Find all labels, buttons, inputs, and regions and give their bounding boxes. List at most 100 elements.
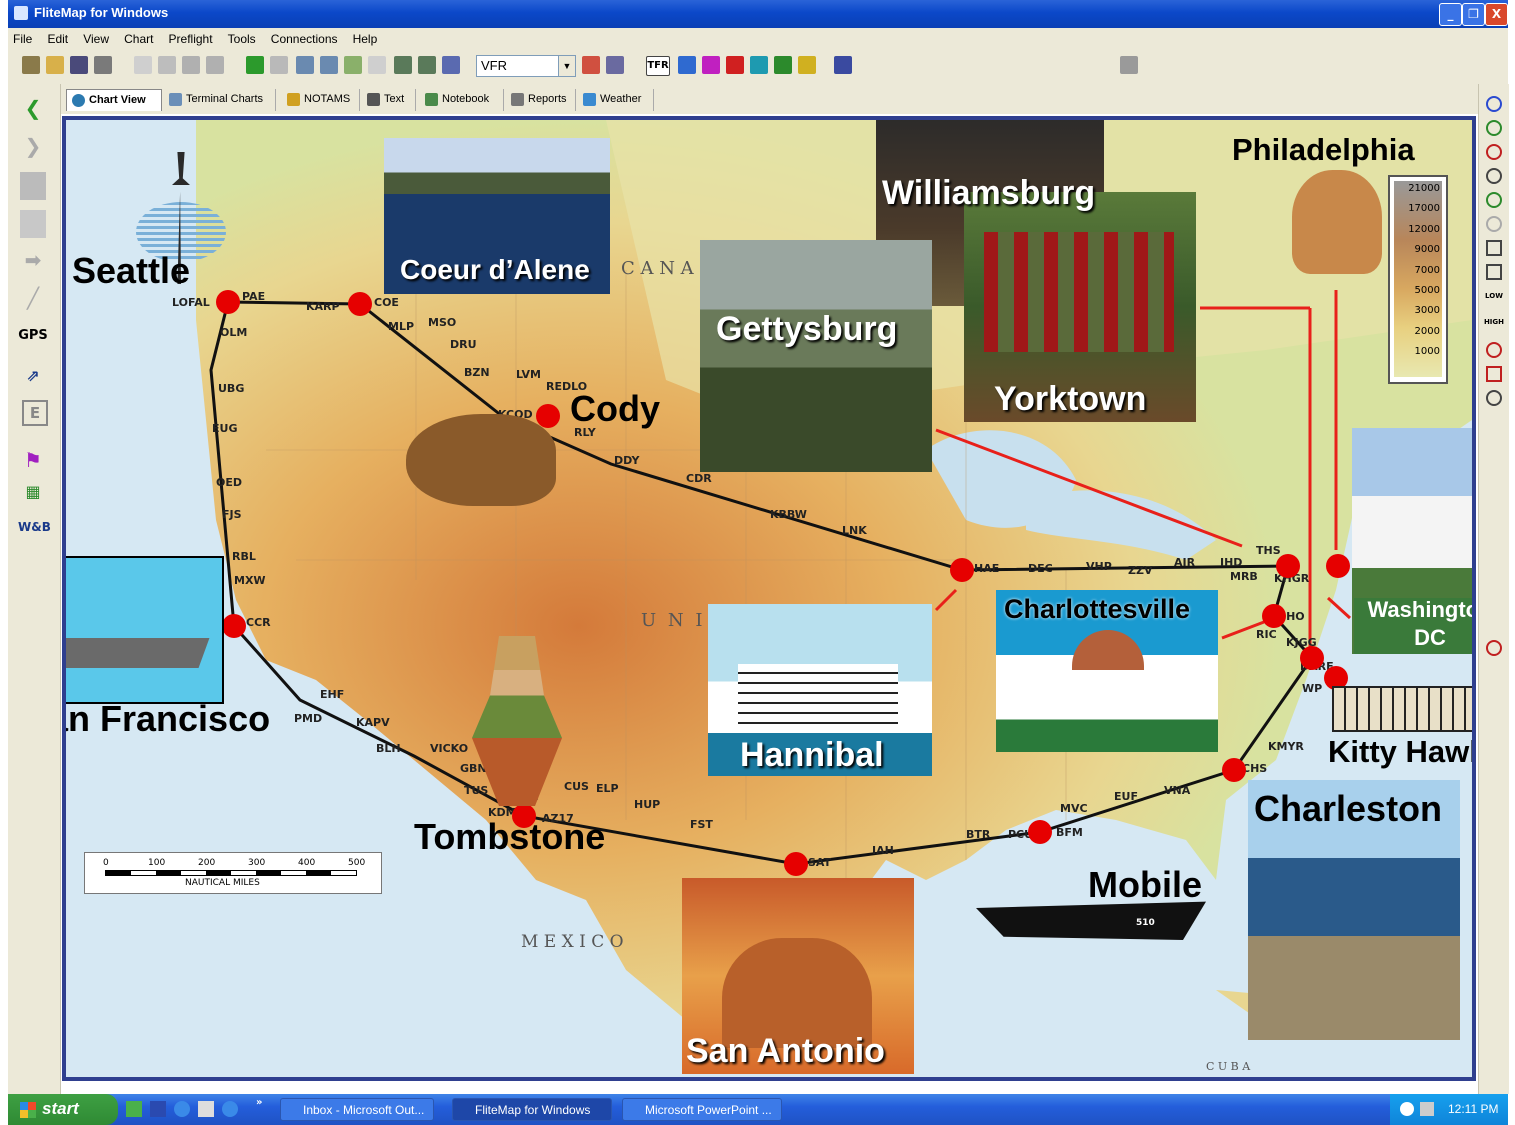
task-outlook[interactable]: Inbox - Microsoft Out... bbox=[280, 1098, 434, 1121]
menu-view[interactable]: View bbox=[78, 29, 114, 49]
menu-tools[interactable]: Tools bbox=[223, 29, 261, 49]
stop-marker[interactable] bbox=[348, 292, 372, 316]
find-icon[interactable] bbox=[158, 56, 176, 74]
vor-icon[interactable] bbox=[750, 56, 768, 74]
route-icon[interactable] bbox=[582, 56, 600, 74]
menu-edit[interactable]: Edit bbox=[42, 29, 73, 49]
quicklaunch-desktop-icon[interactable] bbox=[126, 1101, 142, 1117]
weight-balance-button[interactable]: W&B bbox=[18, 520, 51, 548]
menu-help[interactable]: Help bbox=[348, 29, 383, 49]
low-airways-button[interactable]: LOW bbox=[1482, 292, 1506, 300]
wizard-icon[interactable]: ⚑ bbox=[18, 448, 48, 476]
edit-button[interactable]: E bbox=[22, 400, 48, 426]
weather-overlay-icon[interactable] bbox=[834, 56, 852, 74]
gauge-icon[interactable] bbox=[1486, 342, 1502, 358]
open-folder-icon[interactable] bbox=[46, 56, 64, 74]
menu-preflight[interactable]: Preflight bbox=[164, 29, 218, 49]
stop-marker[interactable] bbox=[1028, 820, 1052, 844]
stop-marker[interactable] bbox=[1300, 646, 1324, 670]
forward-chevron-icon[interactable]: ❯ bbox=[18, 134, 48, 162]
fix-filter-icon[interactable] bbox=[1486, 240, 1502, 256]
obstacle-icon[interactable] bbox=[798, 56, 816, 74]
maximize-button[interactable]: ❐ bbox=[1462, 3, 1485, 26]
close-button[interactable]: X bbox=[1485, 3, 1508, 26]
resize-icon[interactable]: ⇗ bbox=[18, 366, 48, 394]
class-b-icon[interactable] bbox=[702, 56, 720, 74]
tab-weather[interactable]: Weather bbox=[578, 89, 654, 111]
task-flitemap[interactable]: FliteMap for Windows bbox=[452, 1098, 612, 1121]
chart-view-map[interactable]: LOFAL PAE KARP COE OLM MLP MSO DRU UBG BZN LVM REDL… bbox=[62, 116, 1476, 1081]
zoom-out-icon[interactable] bbox=[320, 56, 338, 74]
tab-text[interactable]: Text bbox=[362, 89, 416, 111]
quicklaunch-ie-icon[interactable] bbox=[174, 1101, 190, 1117]
tool-icon[interactable] bbox=[1486, 390, 1502, 406]
zoom-fit-icon[interactable] bbox=[344, 56, 362, 74]
tab-notebook[interactable]: Notebook bbox=[420, 89, 504, 111]
start-button[interactable]: start bbox=[8, 1094, 118, 1125]
high-airways-button[interactable]: HIGH bbox=[1481, 318, 1507, 326]
triangle-filter-icon[interactable] bbox=[1486, 264, 1502, 280]
airspace-icon[interactable] bbox=[678, 56, 696, 74]
flight-rules-select[interactable]: VFR ▼ bbox=[476, 55, 576, 77]
chevron-down-icon[interactable]: ▼ bbox=[558, 56, 575, 76]
zoom-in-icon[interactable] bbox=[296, 56, 314, 74]
stop-marker[interactable] bbox=[222, 614, 246, 638]
gps-button[interactable]: GPS bbox=[18, 328, 48, 356]
back-chevron-icon[interactable]: ❮ bbox=[18, 96, 48, 124]
terrain-icon[interactable] bbox=[774, 56, 792, 74]
menu-chart[interactable]: Chart bbox=[119, 29, 158, 49]
marker-icon[interactable] bbox=[1486, 640, 1502, 656]
pan-arrow-icon[interactable]: ➡ bbox=[18, 248, 48, 276]
quicklaunch-word-icon[interactable] bbox=[150, 1101, 166, 1117]
stop-marker[interactable] bbox=[950, 558, 974, 582]
tab-notams[interactable]: NOTAMS bbox=[282, 89, 360, 111]
quicklaunch-app-icon[interactable] bbox=[198, 1101, 214, 1117]
stop-marker[interactable] bbox=[1222, 758, 1246, 782]
help-icon[interactable] bbox=[182, 56, 200, 74]
stop-marker[interactable] bbox=[1262, 604, 1286, 628]
menu-file[interactable]: File bbox=[8, 29, 37, 49]
stop-marker[interactable] bbox=[216, 290, 240, 314]
restricted-icon[interactable] bbox=[726, 56, 744, 74]
tab-chart-view[interactable]: Chart View bbox=[66, 89, 162, 111]
measure-icon[interactable]: ╱ bbox=[18, 286, 48, 314]
heliport-filter-icon[interactable] bbox=[1486, 216, 1502, 232]
stop-marker[interactable] bbox=[536, 404, 560, 428]
tray-expand-icon[interactable] bbox=[1400, 1102, 1414, 1116]
minimize-button[interactable]: _ bbox=[1439, 3, 1462, 26]
erase-tool-icon[interactable] bbox=[20, 210, 46, 238]
square-tool-icon[interactable] bbox=[20, 172, 46, 200]
calculator-icon[interactable]: ▦ bbox=[18, 482, 48, 510]
settings-icon[interactable] bbox=[1120, 56, 1138, 74]
stop-marker[interactable] bbox=[1326, 554, 1350, 578]
tab-terminal-charts[interactable]: Terminal Charts bbox=[164, 89, 276, 111]
save-icon[interactable] bbox=[70, 56, 88, 74]
waypoint-label: OLM bbox=[220, 326, 247, 339]
context-help-icon[interactable] bbox=[206, 56, 224, 74]
airport-filter-icon[interactable] bbox=[1486, 192, 1502, 208]
print-preview-icon[interactable] bbox=[134, 56, 152, 74]
route-filter-icon[interactable] bbox=[1486, 366, 1502, 382]
menu-connections[interactable]: Connections bbox=[266, 29, 343, 49]
intersection-filter-icon[interactable] bbox=[1486, 168, 1502, 184]
grid-icon[interactable] bbox=[368, 56, 386, 74]
forward-arrow-icon[interactable] bbox=[270, 56, 288, 74]
tray-network-icon[interactable] bbox=[1420, 1102, 1434, 1116]
stop-marker[interactable] bbox=[1276, 554, 1300, 578]
quicklaunch-outlook-icon[interactable] bbox=[222, 1101, 238, 1117]
default-icon[interactable] bbox=[606, 56, 624, 74]
layer-icon[interactable] bbox=[418, 56, 436, 74]
chart-icon[interactable] bbox=[442, 56, 460, 74]
vor-filter-icon[interactable] bbox=[1486, 96, 1502, 112]
task-powerpoint[interactable]: Microsoft PowerPoint ... bbox=[622, 1098, 782, 1121]
ndb-filter-icon[interactable] bbox=[1486, 120, 1502, 136]
chevron-right-icon[interactable]: » bbox=[256, 1097, 262, 1108]
stop-marker[interactable] bbox=[784, 852, 808, 876]
back-arrow-icon[interactable] bbox=[246, 56, 264, 74]
tfr-button[interactable]: TFR bbox=[646, 56, 670, 76]
print-icon[interactable] bbox=[94, 56, 112, 74]
new-icon[interactable] bbox=[22, 56, 40, 74]
tab-reports[interactable]: Reports bbox=[506, 89, 576, 111]
restricted-filter-icon[interactable] bbox=[1486, 144, 1502, 160]
center-icon[interactable] bbox=[394, 56, 412, 74]
